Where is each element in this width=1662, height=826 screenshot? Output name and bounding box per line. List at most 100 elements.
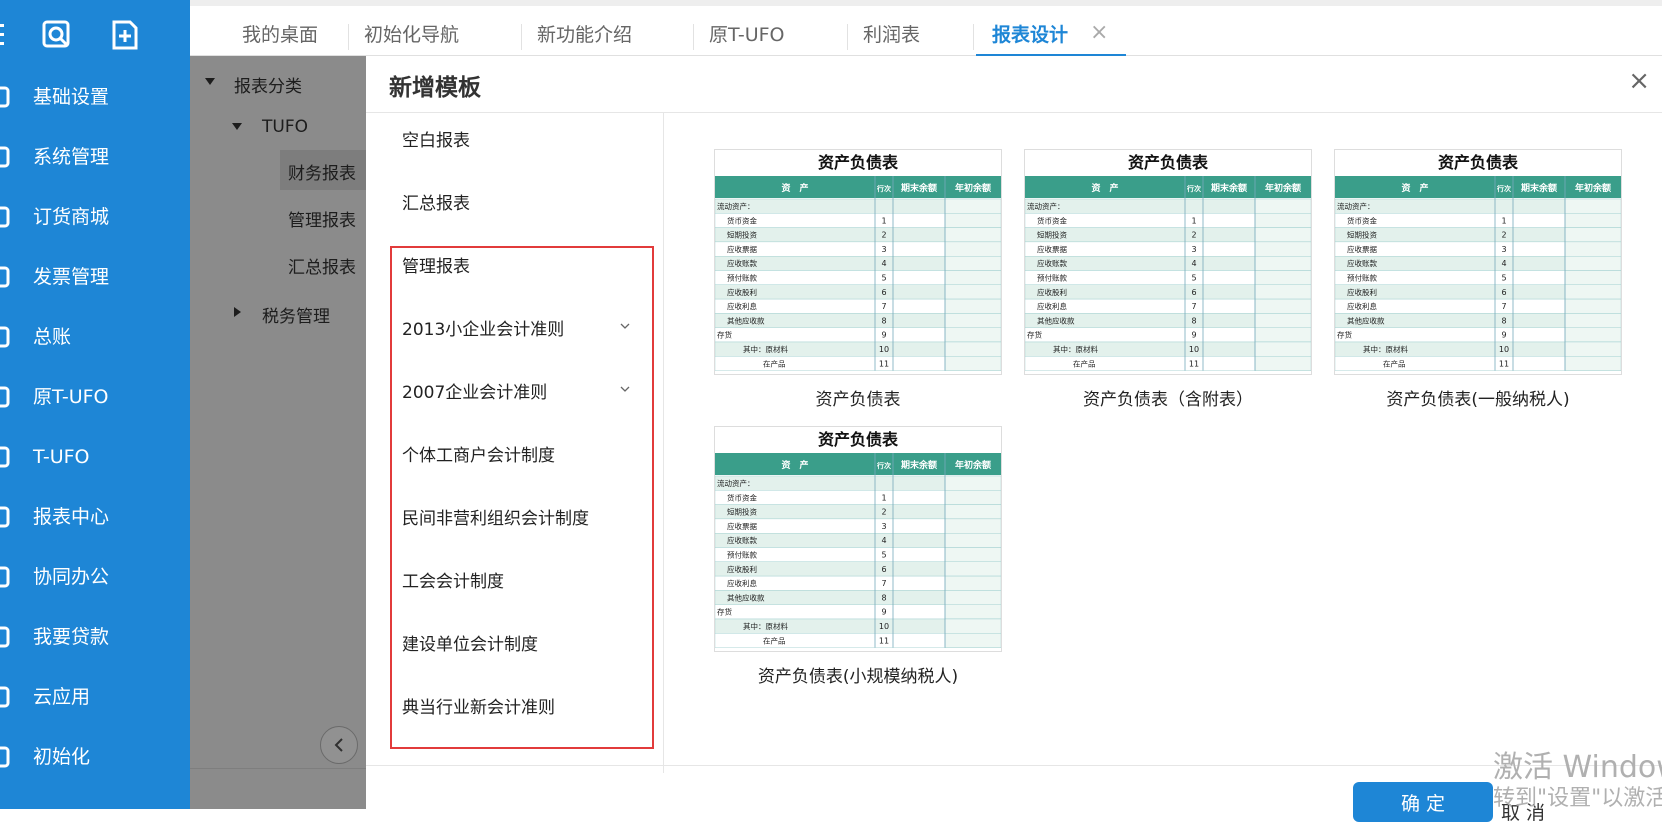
preview-header-cell: 资 产 xyxy=(781,459,808,471)
footer-divider xyxy=(366,765,1662,766)
preview-row-number: 7 xyxy=(1191,302,1196,311)
nav-item[interactable]: 云应用 xyxy=(0,677,190,717)
preview-cell xyxy=(944,575,1002,591)
preview-cell xyxy=(1254,327,1312,343)
category-item[interactable]: 汇总报表 xyxy=(402,189,470,214)
preview-row-number: 2 xyxy=(881,231,886,240)
preview-cell xyxy=(944,213,1002,228)
preview-header-cell: 行次 xyxy=(876,184,891,193)
preview-row-number: 1 xyxy=(881,493,886,502)
template-card[interactable]: 资产负债表资 产行次 期末余额 年初余额 流动资产： 货币资金 1 短期投资 2 应收票据 3 应收… xyxy=(1334,149,1622,410)
preview-row-number: 4 xyxy=(881,536,886,545)
tab-separator xyxy=(693,24,694,50)
preview-cell xyxy=(944,356,1002,371)
preview-row-label: 其中：原材料 xyxy=(1053,344,1098,354)
nav-item[interactable]: 订货商城 xyxy=(0,197,190,237)
nav-item[interactable]: T-UFO xyxy=(0,437,190,477)
preview-row-label: 应收利息 xyxy=(1347,301,1377,311)
tab-desktop[interactable]: 我的桌面 xyxy=(242,20,318,50)
preview-row-label: 应收账款 xyxy=(727,258,757,268)
tab-close-icon[interactable]: × xyxy=(1090,20,1108,45)
add-doc-icon[interactable] xyxy=(108,18,142,52)
preview-row-label: 应收票据 xyxy=(727,521,757,531)
tab-new-features[interactable]: 新功能介绍 xyxy=(537,20,632,50)
preview-row-label: 货币资金 xyxy=(727,492,757,502)
preview-row-label: 应收股利 xyxy=(1037,287,1067,297)
preview-cell xyxy=(944,518,1002,534)
preview-header-cell: 期末余额 xyxy=(901,182,937,194)
template-card[interactable]: 资产负债表资 产行次 期末余额 年初余额 流动资产： 货币资金 1 短期投资 2 应收票据 3 应收… xyxy=(1024,149,1312,410)
preview-row-label: 其他应收款 xyxy=(727,592,765,602)
nav-item[interactable]: 发票管理 xyxy=(0,257,190,297)
activation-watermark-sub: 转到"设置"以激活 xyxy=(1493,786,1662,811)
nav-item[interactable]: 原T-UFO xyxy=(0,377,190,417)
preview-cell xyxy=(1564,270,1622,286)
preview-cell xyxy=(1564,284,1622,300)
tab-old-tufo[interactable]: 原T-UFO xyxy=(709,20,785,50)
preview-row-number: 1 xyxy=(881,216,886,225)
nav-item-label: 发票管理 xyxy=(33,266,110,288)
preview-cell xyxy=(1564,313,1622,328)
preview-row-label: 其中：原材料 xyxy=(743,344,788,354)
preview-row-number: 9 xyxy=(881,608,886,617)
close-icon[interactable]: × xyxy=(1628,68,1650,94)
preview-cell xyxy=(944,618,1002,634)
preview-header-cell: 年初余额 xyxy=(955,182,991,194)
preview-header-cell: 行次 xyxy=(1186,184,1201,193)
preview-title: 资产负债表 xyxy=(818,430,899,449)
template-card[interactable]: 资产负债表资 产行次 期末余额 年初余额 流动资产： 货币资金 1 短期投资 2 应收票据 3 应收… xyxy=(714,149,1002,410)
preview-cell xyxy=(944,561,1002,577)
preview-row-label: 应收票据 xyxy=(727,244,757,254)
nav-item-label: 我要贷款 xyxy=(33,626,110,648)
nav-item-label: 系统管理 xyxy=(33,146,110,168)
template-thumbnail: 资产负债表资 产 行次 期末余额 年初余额 流动资产： 货币资金 1 短期投资 2 应收票据 3 应收… xyxy=(714,426,1002,652)
tab-init-nav[interactable]: 初始化导航 xyxy=(364,20,459,50)
nav-item[interactable]: 基础设置 xyxy=(0,77,190,117)
preview-row-label: 在产品 xyxy=(1073,358,1096,368)
preview-row-label: 流动资产： xyxy=(717,478,755,488)
search-icon[interactable] xyxy=(40,18,74,52)
preview-row-number: 3 xyxy=(881,245,886,254)
preview-cell xyxy=(944,341,1002,357)
left-nav: 基础设置系统管理订货商城发票管理总账原T-UFO T-UFO 报表中心协同办公我要贷… xyxy=(0,0,190,809)
balance-sheet-preview: 资产负债表资 产 行次 期末余额 年初余额流动资产： 货币资金 1 短期投资 2 应收票据 3 应收… xyxy=(714,153,1002,371)
nav-item-icon xyxy=(0,266,10,288)
preview-row-number: 8 xyxy=(881,316,886,325)
preview-cell xyxy=(1254,255,1312,271)
preview-row-label: 存货 xyxy=(717,330,732,340)
nav-item[interactable]: 系统管理 xyxy=(0,137,190,177)
dialog-header: 新增模板 × xyxy=(366,56,1662,113)
template-card[interactable]: 资产负债表资 产行次 期末余额 年初余额 流动资产： 货币资金 1 短期投资 2 应收票据 3 应收… xyxy=(714,426,1002,687)
preview-title: 资产负债表 xyxy=(1128,153,1209,172)
nav-item-icon xyxy=(0,206,10,228)
preview-row-label: 货币资金 xyxy=(1347,215,1377,225)
nav-item[interactable]: 初始化 xyxy=(0,737,190,777)
preview-cell xyxy=(944,532,1002,548)
nav-item[interactable]: 报表中心 xyxy=(0,497,190,537)
template-caption: 资产负债表(一般纳税人) xyxy=(1386,390,1570,410)
preview-cell xyxy=(944,504,1002,520)
nav-item-icon xyxy=(0,686,10,708)
menu-icon[interactable] xyxy=(0,18,20,52)
preview-row-number: 6 xyxy=(1191,288,1196,297)
category-item[interactable]: 空白报表 xyxy=(402,126,470,151)
preview-header-cell: 行次 xyxy=(1496,184,1511,193)
preview-row-number: 11 xyxy=(879,636,889,645)
tab-profit[interactable]: 利润表 xyxy=(863,20,920,50)
confirm-button[interactable]: 确 定 xyxy=(1353,782,1493,822)
preview-row-number: 2 xyxy=(881,508,886,517)
preview-row-label: 在产品 xyxy=(1383,358,1406,368)
nav-item-label: 基础设置 xyxy=(33,86,110,108)
preview-row-label: 存货 xyxy=(717,607,732,617)
preview-row-label: 存货 xyxy=(1337,330,1353,340)
preview-row-number: 5 xyxy=(1191,274,1196,283)
preview-header-cell: 资 产 xyxy=(1091,182,1118,194)
preview-row-number: 4 xyxy=(1191,259,1196,268)
preview-cell xyxy=(1254,241,1312,257)
nav-item[interactable]: 总账 xyxy=(0,317,190,357)
nav-item[interactable]: 协同办公 xyxy=(0,557,190,597)
balance-sheet-preview: 资产负债表资 产 行次 期末余额 年初余额流动资产： 货币资金 1 短期投资 2 应收票据 3 应收… xyxy=(1334,153,1622,371)
nav-item[interactable]: 我要贷款 xyxy=(0,617,190,657)
tab-report-design[interactable]: 报表设计 xyxy=(992,20,1068,50)
preview-cell xyxy=(1564,227,1622,243)
